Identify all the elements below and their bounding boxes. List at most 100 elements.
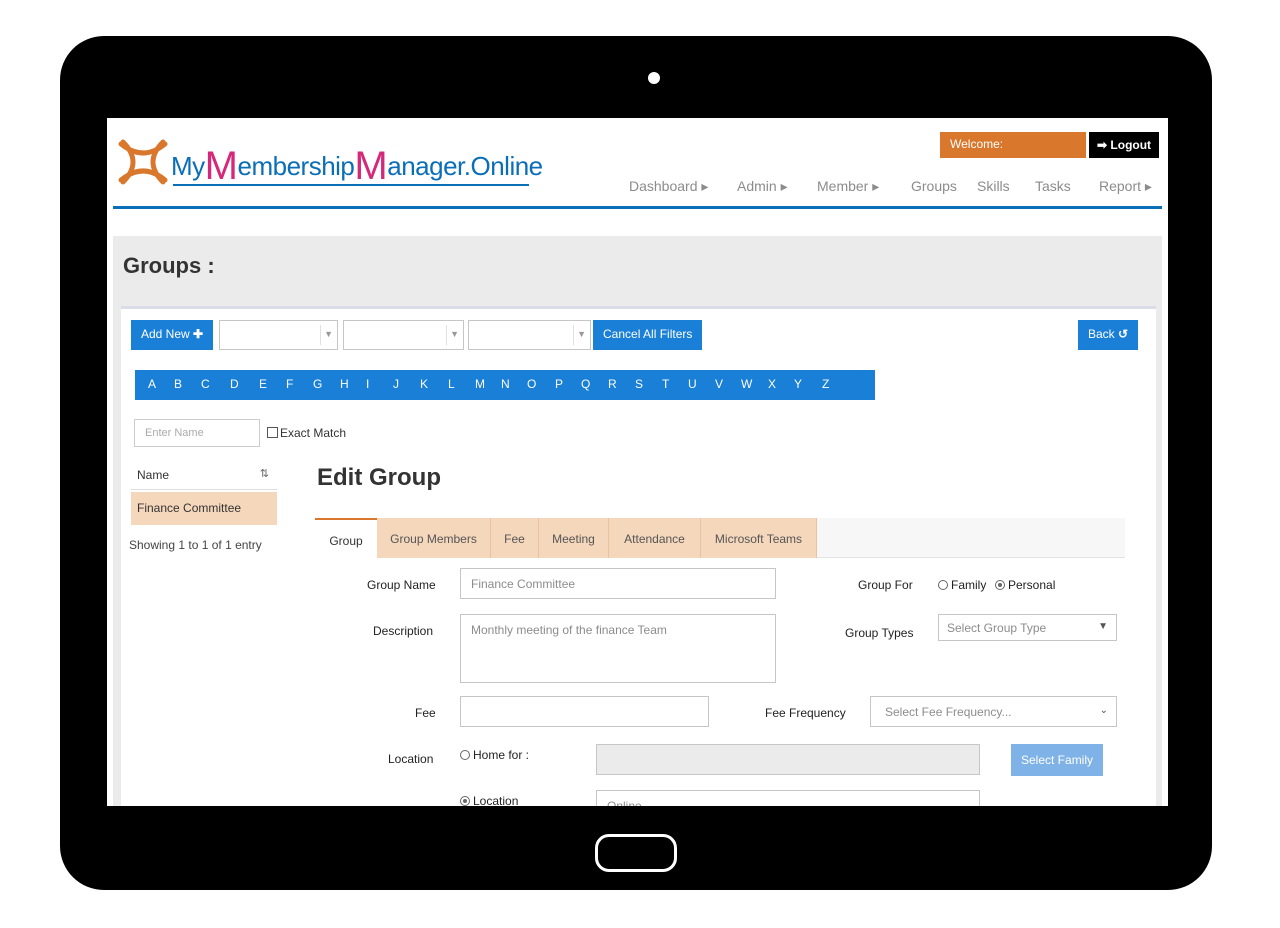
alphabet-letter-u[interactable]: U: [688, 377, 697, 391]
alphabet-letter-m[interactable]: M: [475, 377, 485, 391]
alphabet-letter-e[interactable]: E: [259, 377, 267, 391]
nav-tasks[interactable]: Tasks: [1035, 178, 1071, 194]
alphabet-letter-o[interactable]: O: [527, 377, 536, 391]
alphabet-letter-c[interactable]: C: [201, 377, 210, 391]
main-nav: Dashboard ▸ Admin ▸ Member ▸ Groups Skil…: [627, 176, 1167, 198]
nav-member[interactable]: Member ▸: [817, 178, 879, 195]
group-for-label: Group For: [858, 578, 913, 592]
name-filter-input[interactable]: Enter Name: [134, 419, 260, 447]
alphabet-letter-z[interactable]: Z: [822, 377, 829, 391]
alphabet-letter-w[interactable]: W: [741, 377, 752, 391]
home-button[interactable]: [595, 834, 677, 872]
alphabet-letter-p[interactable]: P: [555, 377, 563, 391]
chevron-down-icon: ▼: [577, 329, 586, 339]
fee-frequency-label: Fee Frequency: [765, 706, 846, 720]
alphabet-letter-s[interactable]: S: [635, 377, 643, 391]
alphabet-filter: A B C D E F G H I J K L M N O P Q R S T U V W X Y Z: [135, 370, 875, 400]
home-for-input: [596, 744, 980, 775]
alphabet-letter-t[interactable]: T: [662, 377, 669, 391]
chevron-down-icon: ⌄: [1099, 705, 1108, 716]
nav-report[interactable]: Report ▸: [1099, 178, 1152, 195]
logo-underline: [173, 184, 529, 186]
alphabet-letter-b[interactable]: B: [174, 377, 182, 391]
alphabet-letter-j[interactable]: J: [393, 377, 399, 391]
list-info: Showing 1 to 1 of 1 entry: [129, 538, 262, 552]
location-input[interactable]: Online: [596, 790, 980, 806]
chevron-down-icon: ▼: [450, 329, 459, 339]
tab-attendance[interactable]: Attendance: [609, 518, 701, 558]
logo-star-icon: [118, 139, 168, 185]
tab-group-members[interactable]: Group Members: [377, 518, 491, 558]
edit-tabs: Group Group Members Fee Meeting Attendan…: [315, 518, 1125, 558]
nav-groups[interactable]: Groups: [911, 178, 957, 194]
camera-icon: [648, 72, 660, 84]
sort-icon[interactable]: ⇅: [260, 467, 269, 480]
logout-button[interactable]: ➡ Logout: [1089, 132, 1159, 158]
plus-icon: ✚: [193, 327, 204, 341]
personal-radio[interactable]: Personal: [995, 578, 1055, 592]
exact-match-checkbox[interactable]: Exact Match: [267, 426, 346, 440]
nav-skills[interactable]: Skills: [977, 178, 1010, 194]
back-label: Back: [1088, 327, 1115, 341]
fee-input[interactable]: [460, 696, 709, 727]
app-screen: MyMembershipManager.Online Welcome: ➡ Lo…: [107, 118, 1168, 806]
home-for-label: Home for :: [473, 748, 530, 762]
group-types-value: Select Group Type: [947, 621, 1047, 635]
page-title: Groups :: [123, 253, 215, 278]
radio-selected-icon: [460, 796, 470, 806]
cancel-all-filters-button[interactable]: Cancel All Filters: [593, 320, 703, 350]
tab-meeting[interactable]: Meeting: [539, 518, 609, 558]
alphabet-letter-k[interactable]: K: [420, 377, 428, 391]
filter-select-1[interactable]: ▼: [219, 320, 338, 350]
alphabet-letter-r[interactable]: R: [608, 377, 617, 391]
personal-label: Personal: [1008, 578, 1056, 592]
alphabet-letter-f[interactable]: F: [286, 377, 293, 391]
alphabet-letter-a[interactable]: A: [148, 377, 156, 391]
filter-select-2[interactable]: ▼: [343, 320, 464, 350]
alphabet-letter-h[interactable]: H: [340, 377, 349, 391]
tab-fee[interactable]: Fee: [491, 518, 539, 558]
select-family-button[interactable]: Select Family: [1011, 744, 1104, 776]
description-textarea[interactable]: Monthly meeting of the finance Team: [460, 614, 776, 683]
alphabet-letter-g[interactable]: G: [313, 377, 322, 391]
exact-match-label: Exact Match: [280, 426, 347, 440]
logout-icon: ➡: [1097, 138, 1108, 152]
family-radio[interactable]: Family: [938, 578, 986, 592]
group-name-input[interactable]: Finance Committee: [460, 568, 776, 599]
alphabet-letter-l[interactable]: L: [448, 377, 455, 391]
alphabet-letter-x[interactable]: X: [768, 377, 776, 391]
radio-icon: [938, 580, 948, 590]
radio-selected-icon: [995, 580, 1005, 590]
logout-label: Logout: [1110, 138, 1152, 152]
tab-microsoft-teams[interactable]: Microsoft Teams: [701, 518, 817, 558]
chevron-down-icon: ▼: [324, 329, 333, 339]
list-item[interactable]: Finance Committee: [131, 492, 277, 525]
location-option-label: Location: [473, 794, 519, 806]
group-types-select[interactable]: Select Group Type ▼: [938, 614, 1117, 641]
back-button[interactable]: Back ↺: [1078, 320, 1139, 350]
add-new-label: Add New: [141, 327, 190, 341]
fee-label: Fee: [415, 706, 436, 720]
alphabet-letter-d[interactable]: D: [230, 377, 239, 391]
logo-wordmark[interactable]: MyMembershipManager.Online: [171, 144, 543, 189]
name-column-header[interactable]: Name ⇅: [131, 458, 277, 490]
add-new-button[interactable]: Add New ✚: [131, 320, 214, 350]
welcome-badge: Welcome:: [940, 132, 1086, 158]
fee-frequency-value: Select Fee Frequency...: [885, 705, 1012, 719]
alphabet-letter-n[interactable]: N: [501, 377, 510, 391]
alphabet-letter-i[interactable]: I: [366, 377, 369, 391]
name-column-label: Name: [137, 468, 170, 482]
nav-admin[interactable]: Admin ▸: [737, 178, 788, 195]
group-name-label: Group Name: [367, 578, 436, 592]
fee-frequency-select[interactable]: Select Fee Frequency... ⌄: [870, 696, 1117, 727]
home-for-radio[interactable]: Home for :: [460, 748, 529, 762]
nav-dashboard[interactable]: Dashboard ▸: [629, 178, 708, 195]
alphabet-letter-v[interactable]: V: [715, 377, 723, 391]
tab-group[interactable]: Group: [315, 518, 377, 558]
location-label: Location: [388, 752, 434, 766]
alphabet-letter-y[interactable]: Y: [794, 377, 802, 391]
alphabet-letter-q[interactable]: Q: [581, 377, 590, 391]
back-arrow-icon: ↺: [1118, 327, 1129, 341]
location-radio[interactable]: Location: [460, 794, 518, 806]
filter-select-3[interactable]: ▼: [468, 320, 591, 350]
